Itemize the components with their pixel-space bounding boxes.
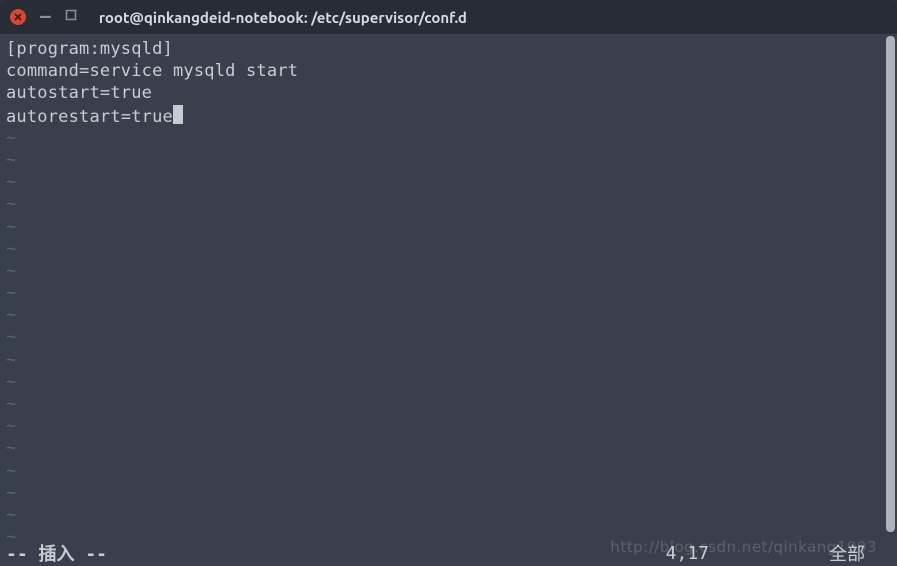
empty-line-tilde: ~ [6, 304, 877, 326]
empty-line-tilde: ~ [6, 504, 877, 526]
maximize-icon [65, 9, 77, 21]
empty-line-tilde: ~ [6, 260, 877, 282]
text-cursor [173, 105, 183, 124]
window-title: root@qinkangdeid-notebook: /etc/supervis… [99, 9, 467, 26]
close-button[interactable] [10, 9, 26, 25]
empty-line-tilde: ~ [6, 482, 877, 504]
vim-mode: -- 插入 -- [6, 540, 107, 566]
editor-content[interactable]: [program:mysqld]command=service mysqld s… [0, 34, 883, 566]
scrollbar[interactable] [886, 36, 895, 532]
terminal-area[interactable]: [program:mysqld]command=service mysqld s… [0, 34, 897, 566]
empty-line-tilde: ~ [6, 216, 877, 238]
empty-line-tilde: ~ [6, 171, 877, 193]
scroll-indicator: 全部 [829, 540, 865, 566]
empty-line-tilde: ~ [6, 238, 877, 260]
close-icon [13, 12, 23, 22]
editor-line: autorestart=true [6, 105, 877, 127]
window-titlebar: – root@qinkangdeid-notebook: /etc/superv… [0, 0, 897, 34]
empty-line-tilde: ~ [6, 349, 877, 371]
window-controls: – [10, 8, 77, 26]
editor-line: [program:mysqld] [6, 38, 877, 60]
empty-line-tilde: ~ [6, 415, 877, 437]
empty-line-tilde: ~ [6, 437, 877, 459]
editor-line: autostart=true [6, 82, 877, 104]
empty-line-tilde: ~ [6, 127, 877, 149]
empty-line-tilde: ~ [6, 460, 877, 482]
cursor-position: 4,17 [666, 543, 709, 564]
empty-line-tilde: ~ [6, 326, 877, 348]
empty-line-tilde: ~ [6, 371, 877, 393]
empty-line-tilde: ~ [6, 393, 877, 415]
empty-line-tilde: ~ [6, 193, 877, 215]
maximize-button[interactable] [65, 9, 77, 25]
editor-line: command=service mysqld start [6, 60, 877, 82]
minimize-button[interactable]: – [40, 8, 51, 26]
empty-line-tilde: ~ [6, 149, 877, 171]
empty-line-tilde: ~ [6, 282, 877, 304]
vim-status-bar: -- 插入 -- 4,17 全部 [0, 540, 883, 566]
